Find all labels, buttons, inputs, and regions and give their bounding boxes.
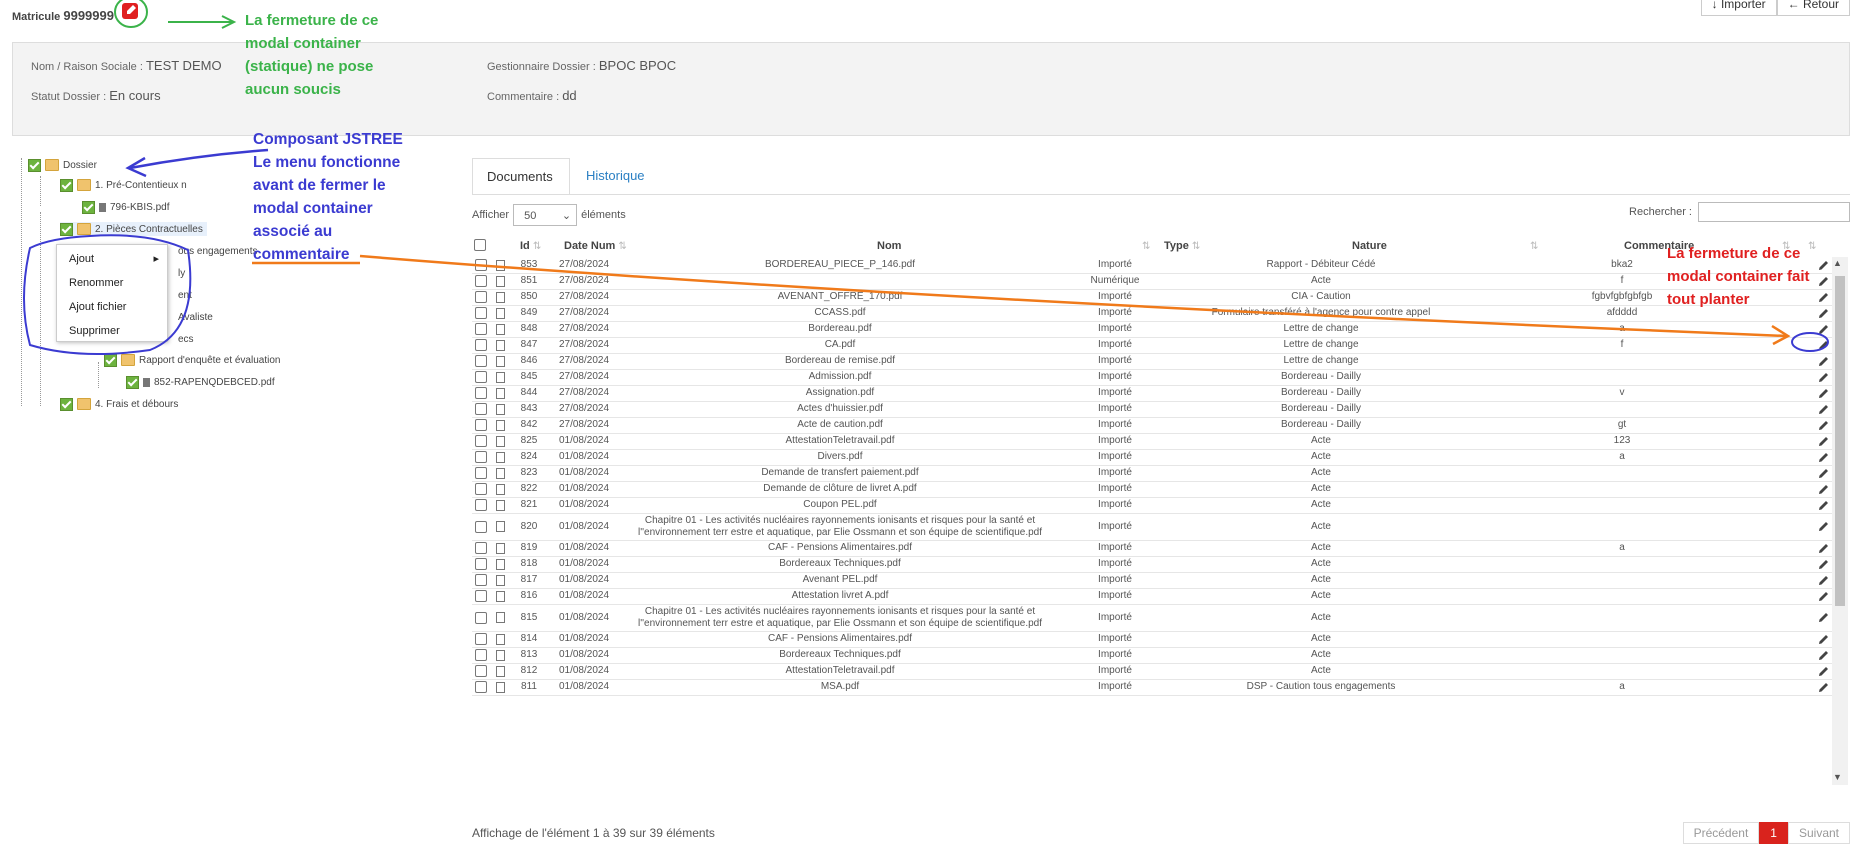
annotation-orange-arrow — [359, 254, 1787, 338]
annotation-red: La fermeture de ce modal container fait to… — [1667, 245, 1810, 308]
annotation-strokes — [23, 0, 1829, 355]
annotation-green: La fermeture de ce modal container (statiq… — [245, 12, 379, 98]
annotation-blue: Composant JSTREE Le menu fonctionne avant … — [253, 131, 403, 263]
annotation-green-circle — [114, 0, 148, 28]
annotation-blue-circle — [1791, 332, 1829, 352]
annotation-blue-loop — [23, 234, 192, 355]
annotation-blue-arrow — [129, 148, 269, 170]
